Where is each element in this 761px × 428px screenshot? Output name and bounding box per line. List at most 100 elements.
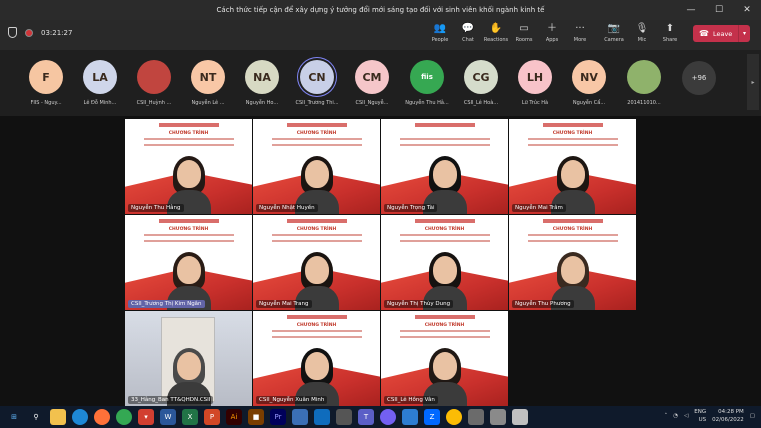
slide-subtitle-decoration <box>143 234 234 242</box>
word-icon[interactable]: W <box>160 409 176 425</box>
premiere-icon[interactable]: Pr <box>270 409 286 425</box>
participant-item[interactable]: LH Lữ Trúc Hà <box>512 60 558 106</box>
app-icon[interactable] <box>402 409 418 425</box>
slide-heading: CHƯƠNG TRÌNH <box>168 131 209 136</box>
participant-item[interactable]: NT Nguyễn Lê ... <box>185 60 231 106</box>
participant-item[interactable]: NV Nguyễn Cẩ... <box>566 60 612 106</box>
chat-icon: 💬 <box>461 23 475 34</box>
video-tile[interactable]: CHƯƠNG TRÌNH Nguyễn Mai Trâm <box>509 119 636 214</box>
video-tile[interactable]: CHƯƠNG TRÌNH CSII_Lê Hồng Vân <box>381 311 508 406</box>
participant-item[interactable]: F FIIS - Nguy... <box>23 60 69 106</box>
excel-icon[interactable]: X <box>182 409 198 425</box>
participant-item[interactable]: CN CSII_Trương Thi... <box>294 60 340 106</box>
share-button[interactable]: ⬆ Share <box>656 22 684 43</box>
minimize-button[interactable]: — <box>677 0 705 20</box>
people-button[interactable]: 👥 People <box>426 22 454 43</box>
video-tile[interactable]: CHƯƠNG TRÌNH Nguyễn Thị Thùy Dung <box>381 215 508 310</box>
volume-icon[interactable]: ◁ <box>684 413 688 419</box>
slide-subtitle-decoration <box>527 138 618 146</box>
illustrator-icon[interactable]: Ai <box>226 409 242 425</box>
app-icon[interactable]: ▾ <box>138 409 154 425</box>
avatar: LH <box>518 60 552 94</box>
meeting-toolbar: 03:21:27 👥 People 💬 Chat ✋ Reactions ▭ R… <box>0 20 761 50</box>
edge-icon[interactable] <box>72 409 88 425</box>
reactions-button[interactable]: ✋ Reactions <box>482 22 510 43</box>
shield-icon[interactable] <box>8 27 17 38</box>
video-tile[interactable]: CHƯƠNG TRÌNH Nguyễn Thu Phương <box>509 215 636 310</box>
teams-icon[interactable]: T <box>358 409 374 425</box>
camera-button[interactable]: 📷 Camera <box>600 22 628 43</box>
reactions-icon: ✋ <box>489 23 503 34</box>
tile-participant-name: Nguyễn Nhật Huyền <box>256 204 318 212</box>
participant-item[interactable]: 201411010... <box>621 60 667 106</box>
avatar: CM <box>355 60 389 94</box>
chevron-up-icon[interactable]: ˄ <box>664 413 667 419</box>
apps-button[interactable]: ＋ Apps <box>538 22 566 43</box>
slide-heading: CHƯƠNG TRÌNH <box>296 323 337 328</box>
video-tile[interactable]: CHƯƠNG TRÌNH Nguyễn Thu Hằng <box>125 119 252 214</box>
share-icon: ⬆ <box>665 23 675 34</box>
system-clock[interactable]: 04:28 PM 02/06/2022 <box>712 408 744 424</box>
mic-button[interactable]: 🎙 Mic <box>628 22 656 43</box>
video-tile[interactable]: CHƯƠNG TRÌNH Nguyễn Nhật Huyền <box>253 119 380 214</box>
university-logo <box>286 123 347 127</box>
language-indicator[interactable]: ENG US <box>694 408 706 424</box>
avatar <box>137 60 171 94</box>
participant-item[interactable]: fiis Nguyễn Thu Hằ... <box>404 60 450 106</box>
participant-item[interactable]: CG CSII_Lê Hoà... <box>458 60 504 106</box>
university-logo <box>414 219 475 223</box>
apps-icon: ＋ <box>547 23 557 34</box>
rooms-icon: ▭ <box>519 23 529 34</box>
powerpoint-icon[interactable]: P <box>204 409 220 425</box>
chrome-icon[interactable] <box>116 409 132 425</box>
app-icon[interactable] <box>490 409 506 425</box>
app-icon[interactable] <box>512 409 528 425</box>
university-logo <box>286 315 347 319</box>
university-logo <box>542 219 603 223</box>
outlook-icon[interactable] <box>314 409 330 425</box>
tile-participant-name: CSII_Trương Thị Kim Ngân <box>128 300 205 308</box>
wifi-icon[interactable]: ◔ <box>673 413 678 419</box>
tile-participant-name: Nguyễn Mai Trang <box>256 300 312 308</box>
video-tile[interactable]: CHƯƠNG TRÌNH Nguyễn Mai Trang <box>253 215 380 310</box>
zalo-icon[interactable]: Z <box>424 409 440 425</box>
viber-icon[interactable] <box>380 409 396 425</box>
participant-name: CSII_Trương Thi... <box>295 100 339 106</box>
window-title: Cách thức tiếp cận để xây dựng ý tưởng đ… <box>216 6 545 14</box>
participant-item[interactable]: LA Lê Đỗ Minh... <box>77 60 123 106</box>
app-icon[interactable] <box>336 409 352 425</box>
participant-item[interactable]: CM CSII_Nguyễ... <box>349 60 395 106</box>
tile-participant-name: CSII_Nguyễn Xuân Minh <box>256 396 328 404</box>
rooms-button[interactable]: ▭ Rooms <box>510 22 538 43</box>
video-tile[interactable]: CHƯƠNG TRÌNH CSII_Trương Thị Kim Ngân <box>125 215 252 310</box>
app-icon[interactable] <box>468 409 484 425</box>
chat-button[interactable]: 💬 Chat <box>454 22 482 43</box>
video-tile[interactable]: Nguyễn Trọng Tài <box>381 119 508 214</box>
participant-name: CSII_Huỳnh ... <box>136 100 172 106</box>
maximize-button[interactable]: ☐ <box>705 0 733 20</box>
chrome-icon[interactable] <box>446 409 462 425</box>
leave-dropdown-chevron-icon[interactable]: ▾ <box>738 25 750 42</box>
video-tile[interactable]: CHƯƠNG TRÌNH CSII_Nguyễn Xuân Minh <box>253 311 380 406</box>
windows-start-icon[interactable]: ⊞ <box>6 409 22 425</box>
firefox-icon[interactable] <box>94 409 110 425</box>
meeting-timer: 03:21:27 <box>41 28 73 37</box>
slide-heading: CHƯƠNG TRÌNH <box>424 227 465 232</box>
app-icon[interactable]: ■ <box>248 409 264 425</box>
search-icon[interactable]: ⚲ <box>28 409 44 425</box>
avatar: NA <box>245 60 279 94</box>
more-participants-button[interactable]: +96 <box>682 61 716 95</box>
participant-item[interactable]: CSII_Huỳnh ... <box>131 60 177 106</box>
slide-subtitle-decoration <box>399 330 490 338</box>
slide-heading: CHƯƠNG TRÌNH <box>424 323 465 328</box>
university-logo <box>286 219 347 223</box>
notification-icon[interactable]: ▢ <box>750 413 755 419</box>
participant-item[interactable]: NA Nguyễn Ho... <box>239 60 285 106</box>
close-button[interactable]: ✕ <box>733 0 761 20</box>
more-button[interactable]: ··· More <box>566 22 594 43</box>
app-icon[interactable] <box>292 409 308 425</box>
strip-scroll-chevron-icon[interactable]: ▸ <box>747 54 759 110</box>
folder-icon[interactable] <box>50 409 66 425</box>
leave-button[interactable]: ☎ Leave ▾ <box>693 25 750 42</box>
video-tile[interactable]: 33_Hằng_Ban TT&QHDN.CSII <box>125 311 252 406</box>
